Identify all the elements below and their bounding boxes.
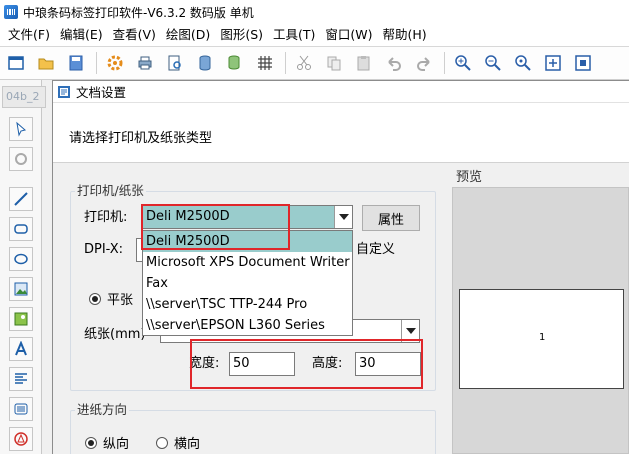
new-document-icon[interactable]: [4, 51, 28, 75]
shape-tool-icon[interactable]: [9, 427, 33, 451]
dpi-label: DPI-X:: [84, 242, 124, 257]
settings-gear-icon[interactable]: [103, 51, 127, 75]
radio-selected-icon: [89, 292, 101, 305]
width-label: 宽度:: [189, 356, 220, 371]
document-tab[interactable]: 04b_2: [2, 86, 46, 108]
print-icon[interactable]: [133, 51, 157, 75]
printer-option[interactable]: \\server\TSC TTP-244 Pro: [143, 294, 352, 315]
paste-icon[interactable]: [352, 51, 376, 75]
landscape-radio[interactable]: 横向: [156, 433, 200, 452]
app-title: 中琅条码标签打印软件-V6.3.2 数码版 单机: [23, 5, 254, 20]
toolbar-separator: [285, 52, 286, 74]
rotate-icon[interactable]: [9, 147, 33, 171]
printer-combobox[interactable]: Deli M2500D: [142, 205, 353, 229]
dialog-document-icon: [58, 85, 70, 98]
line-tool-icon[interactable]: [9, 187, 33, 211]
menu-file[interactable]: 文件(F): [4, 24, 56, 46]
portrait-radio[interactable]: 纵向: [85, 433, 129, 452]
menu-bar: 文件(F) 编辑(E) 查看(V) 绘图(D) 图形(S) 工具(T) 窗口(W…: [0, 24, 629, 46]
actual-size-icon[interactable]: [571, 51, 595, 75]
toolbar-separator: [444, 52, 445, 74]
preview-legend: 预览: [456, 170, 483, 185]
preview-label-sheet: 1: [459, 289, 624, 389]
print-preview-icon[interactable]: [163, 51, 187, 75]
flat-sheet-label: 平张: [107, 293, 134, 308]
grid-icon[interactable]: [253, 51, 277, 75]
printer-label: 打印机:: [84, 210, 128, 225]
printer-combobox-value: Deli M2500D: [146, 209, 230, 224]
menu-window[interactable]: 窗口(W): [321, 24, 378, 46]
width-input[interactable]: 50: [229, 352, 295, 376]
undo-icon[interactable]: [382, 51, 406, 75]
dialog-title: 文档设置: [76, 85, 127, 100]
printer-dropdown-list: Deli M2500D Microsoft XPS Document Write…: [142, 230, 353, 336]
printer-paper-legend: 打印机/纸张: [75, 183, 146, 199]
open-folder-icon[interactable]: [34, 51, 58, 75]
menu-shape[interactable]: 图形(S): [216, 24, 269, 46]
left-toolbar: 04b_2: [0, 80, 46, 454]
menu-view[interactable]: 查看(V): [109, 24, 162, 46]
toolbar-separator: [96, 52, 97, 74]
radio-unselected-icon: [156, 436, 168, 449]
printer-option[interactable]: Microsoft XPS Document Writer: [143, 252, 352, 273]
zoom-in-icon[interactable]: [451, 51, 475, 75]
toolbar: [0, 46, 629, 80]
radio-selected-icon: [85, 436, 97, 449]
printer-properties-button[interactable]: 属性: [362, 205, 420, 231]
printer-option[interactable]: Deli M2500D: [143, 231, 352, 252]
zoom-out-icon[interactable]: [481, 51, 505, 75]
preview-panel: 1: [452, 187, 629, 454]
menu-edit[interactable]: 编辑(E): [56, 24, 109, 46]
copy-icon[interactable]: [322, 51, 346, 75]
app-logo-icon: [4, 5, 18, 19]
app-title-bar: 中琅条码标签打印软件-V6.3.2 数码版 单机: [0, 0, 629, 24]
printer-option[interactable]: Fax: [143, 273, 352, 294]
text-tool-icon[interactable]: [9, 337, 33, 361]
dialog-instruction: 请选择打印机及纸张类型: [69, 131, 213, 146]
redo-icon[interactable]: [412, 51, 436, 75]
custom-label: 自定义: [356, 242, 396, 257]
height-input[interactable]: 30: [355, 352, 421, 376]
flat-sheet-radio[interactable]: 平张: [89, 289, 133, 308]
paper-size-label: 纸张(mm): [84, 327, 146, 342]
cut-icon[interactable]: [292, 51, 316, 75]
save-icon[interactable]: [64, 51, 88, 75]
preview-label-number: 1: [539, 332, 546, 343]
barcode-icon[interactable]: [9, 397, 33, 421]
menu-help[interactable]: 帮助(H): [379, 24, 433, 46]
menu-tools[interactable]: 工具(T): [269, 24, 321, 46]
select-arrow-icon[interactable]: [9, 117, 33, 141]
printer-option[interactable]: \\server\EPSON L360 Series: [143, 315, 352, 336]
image-icon[interactable]: [9, 277, 33, 301]
landscape-label: 横向: [174, 437, 201, 452]
portrait-label: 纵向: [103, 437, 130, 452]
database-connect-icon[interactable]: [223, 51, 247, 75]
height-label: 高度:: [312, 356, 343, 371]
menu-draw[interactable]: 绘图(D): [162, 24, 216, 46]
database-icon[interactable]: [193, 51, 217, 75]
fit-page-icon[interactable]: [541, 51, 565, 75]
chevron-down-icon[interactable]: [401, 320, 419, 342]
rich-text-icon[interactable]: [9, 367, 33, 391]
dialog-title-bar: 文档设置: [53, 81, 629, 103]
feed-direction-legend: 进纸方向: [75, 402, 130, 418]
rounded-rectangle-icon[interactable]: [9, 217, 33, 241]
ellipse-icon[interactable]: [9, 247, 33, 271]
chevron-down-icon[interactable]: [334, 206, 352, 228]
picture-icon[interactable]: [9, 307, 33, 331]
zoom-fit-icon[interactable]: [511, 51, 535, 75]
